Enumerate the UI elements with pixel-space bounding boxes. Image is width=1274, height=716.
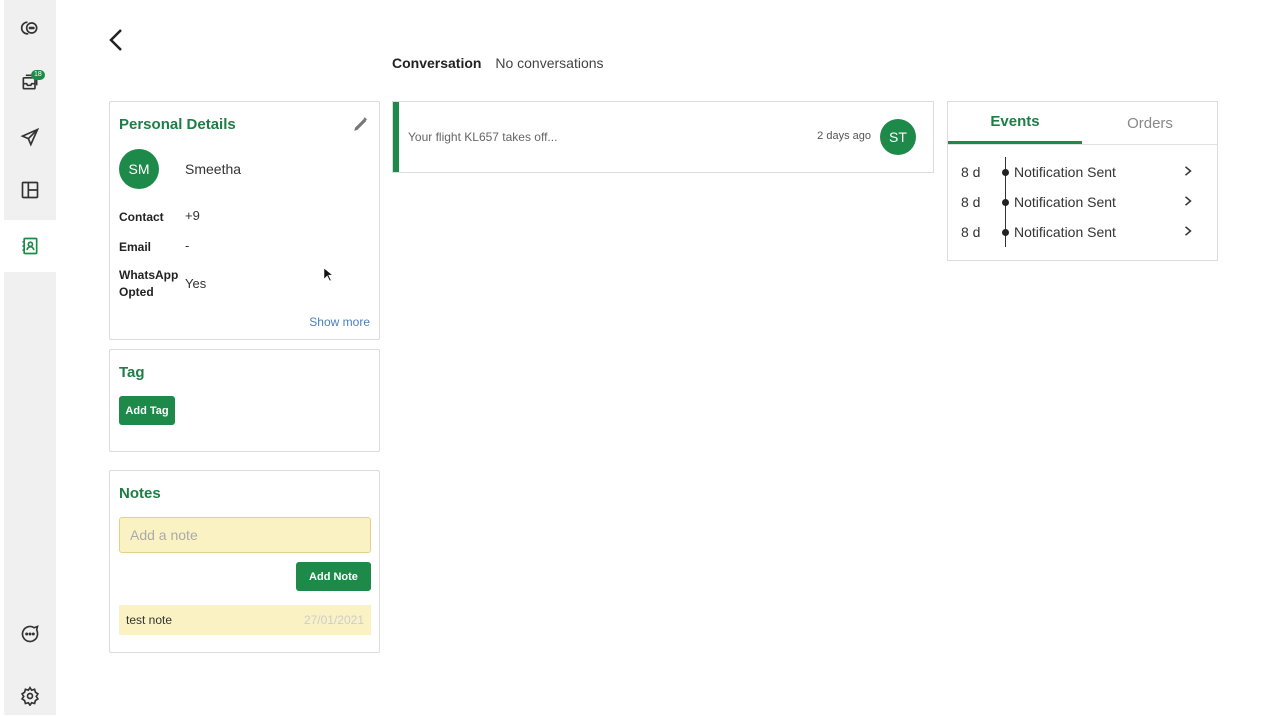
tag-card: Tag Add Tag: [109, 349, 380, 452]
timeline-dot-icon: [1002, 169, 1009, 176]
inbox-icon[interactable]: 18: [4, 62, 56, 102]
send-icon[interactable]: [4, 117, 56, 157]
tab-events[interactable]: Events: [948, 102, 1082, 144]
chevron-right-icon: [1183, 164, 1217, 180]
chat-bubble-icon[interactable]: [4, 8, 56, 48]
personal-details-card: Personal Details SM Smeetha Contact +9 E…: [109, 101, 380, 340]
whatsapp-value: Yes: [185, 276, 207, 291]
conversation-item[interactable]: Your flight KL657 takes off... 2 days ag…: [392, 101, 934, 173]
event-name: Notification Sent: [1014, 224, 1116, 240]
mouse-cursor-icon: [323, 266, 335, 287]
tab-orders[interactable]: Orders: [1083, 102, 1217, 144]
edit-icon[interactable]: [352, 115, 370, 133]
contact-label: Contact: [119, 210, 164, 224]
whatsapp-label: WhatsApp Opted: [119, 268, 179, 299]
conversation-status-bar: [393, 102, 399, 172]
conversation-preview: Your flight KL657 takes off...: [408, 130, 558, 144]
timeline-dot-icon: [1002, 229, 1009, 236]
events-card: Events Orders 8 d Notification Sent 8 d …: [947, 101, 1218, 261]
avatar: SM: [119, 149, 159, 189]
event-name: Notification Sent: [1014, 164, 1116, 180]
show-more-link[interactable]: Show more: [309, 315, 370, 329]
layout-icon[interactable]: [4, 170, 56, 210]
email-label: Email: [119, 240, 152, 254]
event-row[interactable]: 8 d Notification Sent: [948, 157, 1217, 187]
note-item: test note 27/01/2021: [119, 605, 371, 635]
notes-card: Notes Add Note test note 27/01/2021: [109, 470, 380, 653]
back-button[interactable]: [104, 26, 128, 54]
timeline-dot-icon: [1002, 199, 1009, 206]
notification-badge: 18: [31, 70, 45, 80]
note-date: 27/01/2021: [303, 613, 364, 627]
sidebar: 18: [4, 0, 56, 715]
add-tag-button[interactable]: Add Tag: [119, 396, 175, 425]
note-text: test note: [126, 613, 173, 627]
add-note-button[interactable]: Add Note: [296, 562, 371, 591]
contact-value: +9: [185, 208, 200, 223]
conversation-label: Conversation: [392, 55, 482, 71]
contact-name: Smeetha: [185, 161, 242, 177]
conversation-avatar: ST: [880, 119, 916, 155]
contact-card-icon[interactable]: [4, 220, 56, 272]
chevron-right-icon: [1183, 194, 1217, 210]
event-row[interactable]: 8 d Notification Sent: [948, 217, 1217, 247]
tag-title: Tag: [119, 364, 145, 381]
conversation-status: No conversations: [495, 55, 604, 71]
email-value: -: [185, 238, 190, 253]
notes-title: Notes: [119, 485, 161, 502]
event-name: Notification Sent: [1014, 194, 1116, 210]
chevron-left-icon: [109, 29, 122, 51]
event-row[interactable]: 8 d Notification Sent: [948, 187, 1217, 217]
personal-details-title: Personal Details: [119, 116, 236, 133]
message-icon[interactable]: [4, 614, 56, 654]
conversation-header: Conversation No conversations: [392, 55, 604, 71]
settings-icon[interactable]: [4, 676, 56, 716]
conversation-time: 2 days ago: [817, 130, 871, 142]
note-input[interactable]: [119, 517, 371, 553]
chevron-right-icon: [1183, 224, 1217, 240]
tab-divider: [948, 144, 1217, 145]
